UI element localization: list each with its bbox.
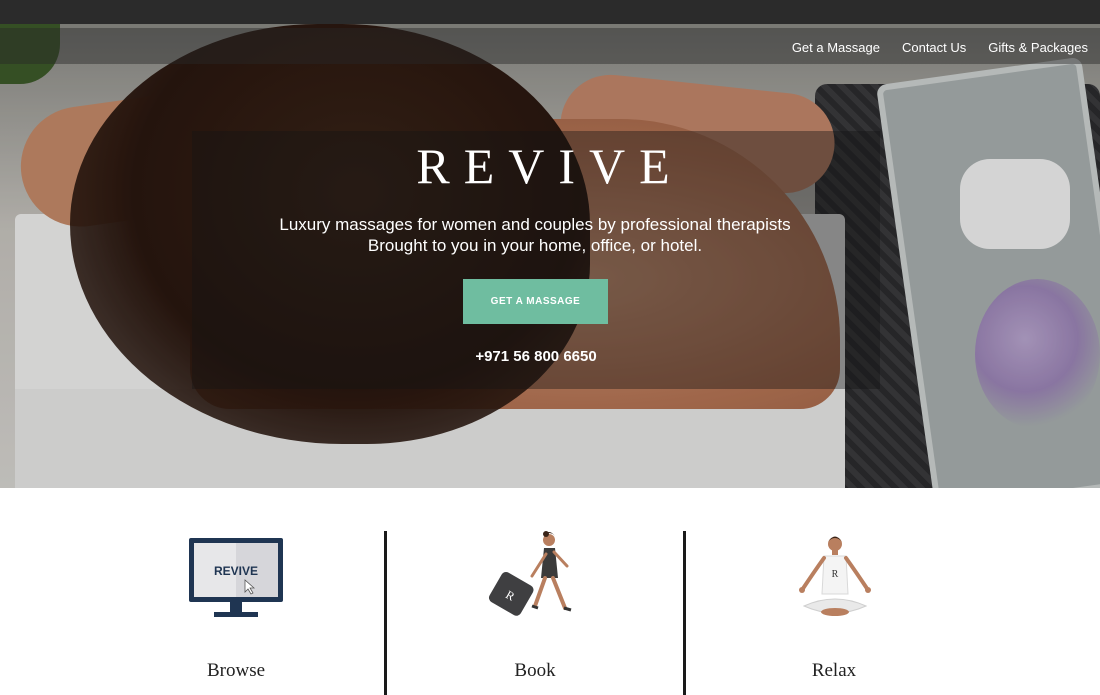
monitor-icon: REVIVE [188, 536, 286, 625]
nav-item-get-a-massage[interactable]: Get a Massage [792, 40, 880, 55]
hero-tagline: Luxury massages for women and couples by… [0, 214, 1070, 256]
shirt-letter: R [832, 569, 839, 580]
therapist-with-bag-icon: R [488, 530, 583, 631]
step-label-book: Book [514, 660, 556, 681]
top-navigation: Get a Massage Contact Us Gifts & Package… [0, 28, 1100, 64]
monitor-screen-text: REVIVE [214, 564, 258, 578]
step-label-relax: Relax [811, 660, 857, 681]
brand-logo-title: REVIVE [416, 138, 684, 194]
step-divider-2 [683, 531, 686, 695]
browser-top-bar [0, 0, 1100, 24]
nav-menu: Get a Massage Contact Us Gifts & Package… [792, 40, 1088, 55]
meditating-person-icon: R [798, 534, 872, 629]
phone-number-link[interactable]: +971 56 800 6650 [0, 348, 1072, 365]
get-a-massage-button[interactable]: GET A MASSAGE [463, 279, 608, 324]
step-divider-1 [384, 531, 387, 695]
hero-tagline-line-1: Luxury massages for women and couples by… [279, 215, 791, 234]
how-it-works-section: REVIVE Browse R Book R Relax [0, 488, 1100, 695]
hero-section: Get a Massage Contact Us Gifts & Package… [0, 24, 1100, 488]
nav-item-gifts-packages[interactable]: Gifts & Packages [988, 40, 1088, 55]
nav-item-contact-us[interactable]: Contact Us [902, 40, 966, 55]
hero-tagline-line-2: Brought to you in your home, office, or … [367, 236, 703, 255]
step-label-browse: Browse [206, 660, 266, 681]
